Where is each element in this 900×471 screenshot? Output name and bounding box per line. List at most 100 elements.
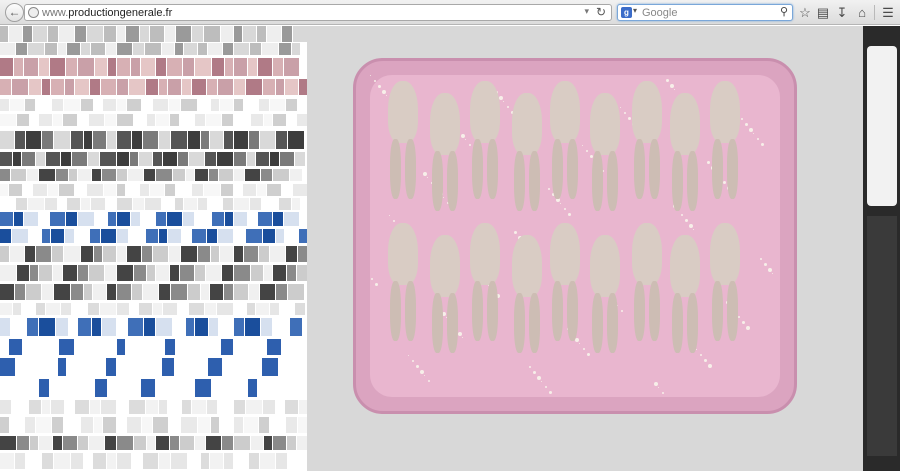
thumbnail-image[interactable] (78, 212, 94, 226)
thumbnail-image[interactable] (250, 198, 261, 210)
thumbnail-image[interactable] (286, 246, 297, 262)
thumbnail-image[interactable] (0, 99, 9, 111)
thumbnail-image[interactable] (64, 417, 80, 433)
thumbnail-image[interactable] (234, 184, 242, 196)
thumbnail-image[interactable] (198, 43, 207, 55)
thumbnail-image[interactable] (17, 265, 29, 281)
thumbnail-image[interactable] (195, 265, 205, 281)
thumbnail-image[interactable] (234, 79, 245, 95)
thumbnail-image[interactable] (129, 79, 145, 95)
thumbnail-image[interactable] (204, 339, 220, 355)
thumbnail-image[interactable] (210, 131, 223, 149)
thumbnail-image[interactable] (56, 318, 68, 336)
thumbnail-image[interactable] (171, 453, 187, 469)
thumbnail-image[interactable] (16, 198, 27, 210)
thumbnail-image[interactable] (285, 229, 298, 243)
thumbnail-image[interactable] (270, 99, 285, 111)
thumbnail-image[interactable] (178, 303, 188, 315)
thumbnail-image[interactable] (107, 453, 116, 469)
thumbnail-image[interactable] (192, 400, 206, 414)
thumbnail-image[interactable] (276, 131, 287, 149)
thumbnail-image[interactable] (59, 26, 74, 42)
thumbnail-image[interactable] (141, 58, 155, 76)
thumbnail-image[interactable] (33, 26, 47, 42)
thumbnail-image[interactable] (39, 169, 55, 181)
thumbnail-image[interactable] (153, 246, 168, 262)
thumbnail-image[interactable] (95, 212, 107, 226)
thumbnail-image[interactable] (117, 99, 126, 111)
thumbnail-image[interactable] (14, 379, 23, 397)
thumbnail-image[interactable] (23, 184, 32, 196)
thumbnail-image[interactable] (163, 303, 177, 315)
thumbnail-image[interactable] (128, 318, 143, 336)
thumbnail-image[interactable] (224, 284, 233, 300)
thumbnail-image[interactable] (173, 169, 185, 181)
thumbnail-image[interactable] (243, 26, 256, 42)
thumbnail-image[interactable] (17, 436, 29, 450)
thumbnail-image[interactable] (292, 358, 300, 376)
thumbnail-image[interactable] (297, 436, 307, 450)
thumbnail-image[interactable] (234, 58, 247, 76)
thumbnail-image[interactable] (234, 358, 249, 376)
thumbnail-image[interactable] (25, 99, 35, 111)
thumbnail-image[interactable] (102, 169, 116, 181)
thumbnail-image[interactable] (81, 43, 90, 55)
thumbnail-image[interactable] (207, 79, 217, 95)
thumbnail-image[interactable] (142, 417, 152, 433)
thumbnail-image[interactable] (175, 358, 183, 376)
thumbnail-image[interactable] (279, 358, 291, 376)
thumbnail-image[interactable] (75, 79, 89, 95)
thumbnail-image[interactable] (131, 212, 140, 226)
thumbnail-image[interactable] (225, 379, 233, 397)
thumbnail-image[interactable] (234, 229, 245, 243)
thumbnail-image[interactable] (141, 379, 155, 397)
thumbnail-image[interactable] (88, 152, 99, 166)
thumbnail-image[interactable] (182, 400, 191, 414)
thumbnail-image[interactable] (273, 58, 283, 76)
thumbnail-image[interactable] (243, 184, 256, 196)
thumbnail-image[interactable] (39, 379, 49, 397)
thumbnail-image[interactable] (0, 379, 13, 397)
thumbnail-image[interactable] (159, 453, 170, 469)
thumbnail-image[interactable] (39, 212, 49, 226)
thumbnail-image[interactable] (0, 265, 16, 281)
thumbnail-image[interactable] (78, 58, 94, 76)
thumbnail-image[interactable] (27, 318, 38, 336)
thumbnail-image[interactable] (30, 436, 38, 450)
thumbnail-image[interactable] (75, 184, 86, 196)
thumbnail-image[interactable] (262, 198, 278, 210)
thumbnail-image[interactable] (94, 99, 102, 111)
thumbnail-image[interactable] (210, 284, 223, 300)
thumbnail-image[interactable] (167, 58, 182, 76)
thumbnail-image[interactable] (159, 284, 170, 300)
thumbnail-image[interactable] (195, 436, 205, 450)
thumbnail-image[interactable] (282, 339, 292, 355)
thumbnail-image[interactable] (16, 43, 27, 55)
thumbnail-image[interactable] (93, 131, 106, 149)
thumbnail-image[interactable] (206, 265, 221, 281)
thumbnail-image[interactable] (108, 212, 116, 226)
thumbnail-image[interactable] (133, 198, 144, 210)
thumbnail-image[interactable] (48, 184, 58, 196)
thumbnail-image[interactable] (234, 246, 243, 262)
thumbnail-image[interactable] (93, 284, 106, 300)
thumbnail-image[interactable] (209, 318, 218, 336)
thumbnail-image[interactable] (178, 152, 188, 166)
thumbnail-image[interactable] (256, 303, 269, 315)
thumbnail-image[interactable] (222, 436, 233, 450)
thumbnail-image[interactable] (159, 131, 170, 149)
thumbnail-image[interactable] (29, 79, 41, 95)
thumbnail-image[interactable] (130, 152, 138, 166)
thumbnail-image[interactable] (100, 303, 116, 315)
thumbnail-image[interactable] (13, 152, 21, 166)
thumbnail-image[interactable] (42, 284, 53, 300)
thumbnail-image[interactable] (292, 198, 300, 210)
thumbnail-image[interactable] (117, 358, 132, 376)
thumbnail-image[interactable] (106, 43, 116, 55)
thumbnail-image[interactable] (260, 453, 275, 469)
thumbnail-image[interactable] (78, 436, 88, 450)
thumbnail-image[interactable] (259, 246, 269, 262)
thumbnail-image[interactable] (261, 169, 272, 181)
thumbnail-image[interactable] (234, 339, 242, 355)
thumbnail-image[interactable] (65, 79, 74, 95)
